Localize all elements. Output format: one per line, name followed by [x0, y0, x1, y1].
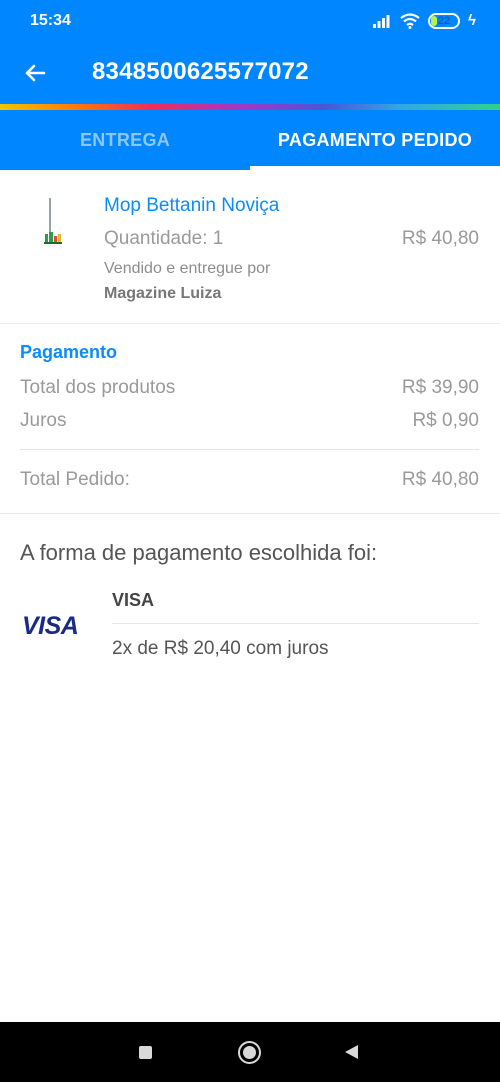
battery-level: 22	[437, 14, 451, 27]
wifi-icon	[400, 12, 420, 29]
product-price: R$ 40,80	[401, 228, 479, 249]
payment-method-heading: A forma de pagamento escolhida foi:	[20, 540, 378, 565]
products-total-label: Total dos produtos	[20, 377, 176, 398]
charging-bolt-icon: ϟ	[468, 12, 476, 29]
arrow-left-icon[interactable]	[20, 58, 50, 88]
recent-apps-icon[interactable]	[139, 1046, 152, 1059]
interest-label: Juros	[20, 410, 67, 431]
app-bar: 8348500625577072	[0, 44, 500, 104]
order-number-title: 8348500625577072	[92, 58, 309, 85]
tab-entrega[interactable]: ENTREGA	[0, 110, 250, 170]
card-brand: VISA	[112, 590, 155, 610]
order-total-label: Total Pedido:	[20, 469, 130, 490]
payment-section-title: Pagamento	[20, 342, 118, 362]
status-bar: 15:34 22 ϟ	[0, 0, 500, 44]
seller-label: Vendido e entregue por	[104, 260, 271, 277]
status-time: 15:34	[30, 12, 71, 29]
summary-divider	[20, 449, 479, 450]
back-icon[interactable]	[345, 1045, 358, 1059]
status-icons: 22 ϟ	[372, 12, 476, 29]
card-divider	[112, 623, 479, 624]
product-item[interactable]: Mop Bettanin Noviça Quantidade: 1 R$ 40,…	[0, 172, 500, 324]
signal-icon	[373, 14, 390, 28]
tab-pagamento-pedido[interactable]: PAGAMENTO PEDIDO	[250, 110, 500, 170]
interest-value: R$ 0,90	[412, 410, 479, 431]
home-icon[interactable]	[238, 1041, 261, 1064]
tab-bar: ENTREGA PAGAMENTO PEDIDO	[0, 110, 500, 170]
order-total-value: R$ 40,80	[401, 469, 479, 490]
payment-summary: Pagamento Total dos produtos R$ 39,90 Ju…	[0, 324, 500, 514]
payment-method: A forma de pagamento escolhida foi: VISA…	[0, 514, 500, 694]
product-thumbnail	[44, 198, 62, 244]
battery-icon: 22	[428, 12, 461, 29]
system-nav-bar	[0, 1022, 500, 1082]
product-quantity: Quantidade: 1	[104, 228, 224, 249]
seller-name: Magazine Luiza	[104, 285, 222, 302]
installments-text: 2x de R$ 20,40 com juros	[112, 638, 329, 659]
visa-logo-icon: VISA	[22, 612, 79, 640]
products-total-value: R$ 39,90	[401, 377, 479, 398]
product-name[interactable]: Mop Bettanin Noviça	[104, 195, 279, 217]
